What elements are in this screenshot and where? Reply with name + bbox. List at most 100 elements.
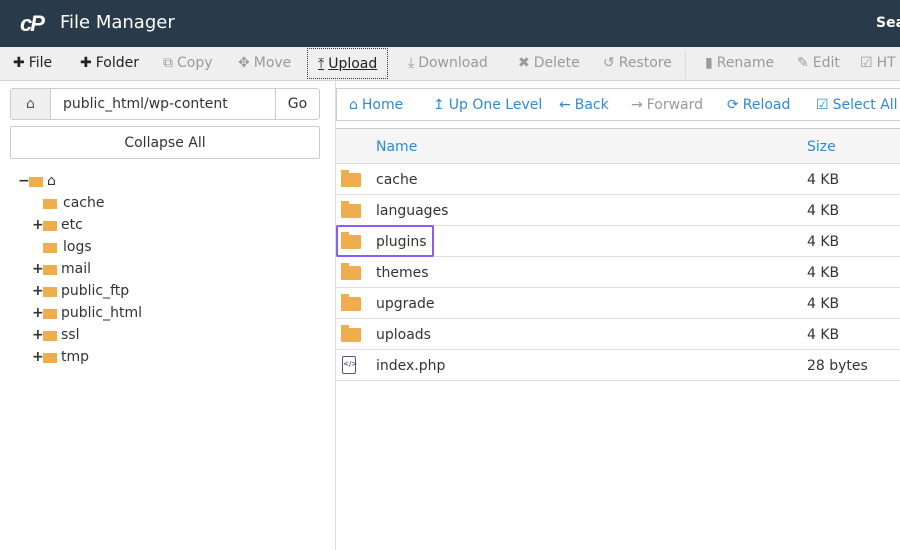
delete-label: Delete [533,55,580,71]
restore-icon: ↺ [603,55,615,71]
page-title: File Manager [60,12,175,33]
ht-label: HT [876,55,896,71]
tree-item-etc[interactable]: + etc [32,214,83,236]
table-row[interactable]: languages 4 KB [336,195,900,226]
file-table: Name Size cache 4 KB languages 4 KB plugins 4… [336,128,900,381]
upload-label: Upload [328,56,378,72]
table-row[interactable]: </> index.php 28 bytes [336,350,900,381]
rename-label: Rename [716,55,775,71]
folder-icon [43,353,57,363]
path-input[interactable] [51,89,275,119]
home-icon: ⌂ [47,173,56,189]
upload-button[interactable]: ⤒ Upload [307,48,389,79]
file-size: 4 KB [807,234,840,250]
tree-item-label: mail [61,261,91,277]
tree-root[interactable]: − ⌂ [18,170,56,192]
download-label: Download [418,55,488,71]
toolbar: ✚ File ✚ Folder ⧉ Copy ✥ Move ⤒ Upload ⤓ Download ✖ D… [0,47,900,81]
tree-item-public-html[interactable]: + public_html [32,302,142,324]
file-size: 4 KB [807,327,840,343]
file-size: 28 bytes [807,358,868,374]
table-row[interactable]: cache 4 KB [336,164,900,195]
nav-select-all-button[interactable]: ☑ Select All [816,97,898,113]
move-icon: ✥ [238,55,250,71]
nav-home-button[interactable]: ⌂ Home [349,97,403,113]
column-size[interactable]: Size [807,139,836,155]
file-name[interactable]: upgrade [376,296,434,312]
expand-icon[interactable]: + [32,349,44,365]
level-up-icon: ↥ [433,97,445,113]
expand-icon[interactable]: + [32,305,44,321]
file-name[interactable]: languages [376,203,448,219]
tree-item-label: logs [63,239,92,255]
nav-label: Home [361,97,404,113]
copy-icon: ⧉ [163,55,173,71]
edit-label: Edit [812,55,840,71]
file-button[interactable]: ✚ File [13,55,52,71]
toolbar-divider [685,51,686,79]
file-name[interactable]: index.php [376,358,445,374]
nav-up-one-level-button[interactable]: ↥ Up One Level [433,97,542,113]
copy-label: Copy [177,55,213,71]
file-size: 4 KB [807,296,840,312]
collapse-icon[interactable]: − [18,173,30,189]
expand-icon[interactable]: + [32,327,44,343]
tree-item-public-ftp[interactable]: + public_ftp [32,280,129,302]
folder-icon [341,201,361,218]
download-button[interactable]: ⤓ Download [408,55,488,71]
nav-back-button[interactable]: ← Back [559,97,609,113]
column-name[interactable]: Name [376,139,417,155]
php-file-icon: </> [342,356,357,374]
folder-open-icon [29,177,43,187]
pencil-icon: ✎ [797,55,809,71]
expand-icon[interactable]: + [32,217,44,233]
tree-item-label: cache [63,195,105,211]
restore-button[interactable]: ↺ Restore [603,55,672,71]
folder-icon [43,199,57,209]
file-name[interactable]: uploads [376,327,431,343]
table-row[interactable]: plugins 4 KB [336,225,900,257]
cpanel-logo[interactable]: cP [20,11,45,37]
tree-item-cache[interactable]: cache [32,192,104,214]
tree-item-tmp[interactable]: + tmp [32,346,89,368]
move-button[interactable]: ✥ Move [238,55,291,71]
checkbox-icon: ☑ [816,97,829,113]
expand-icon[interactable]: + [32,283,44,299]
nav-label: Select All [832,97,898,113]
copy-button[interactable]: ⧉ Copy [163,55,213,71]
plus-icon: ✚ [13,55,25,71]
file-icon: ▮ [705,55,713,71]
tree-item-logs[interactable]: logs [32,236,92,258]
home-icon[interactable]: ⌂ [11,89,51,119]
tree-item-ssl[interactable]: + ssl [32,324,79,346]
table-row[interactable]: themes 4 KB [336,257,900,288]
expand-icon[interactable]: + [32,261,44,277]
home-icon: ⌂ [349,97,358,113]
tree-item-mail[interactable]: + mail [32,258,91,280]
delete-button[interactable]: ✖ Delete [518,55,580,71]
folder-button[interactable]: ✚ Folder [80,55,139,71]
table-row[interactable]: upgrade 4 KB [336,288,900,319]
folder-icon [43,265,57,275]
file-name[interactable]: cache [376,172,417,188]
folder-icon [43,221,57,231]
edit-button[interactable]: ✎ Edit [797,55,840,71]
nav-reload-button[interactable]: ⟳ Reload [727,97,790,113]
file-name[interactable]: themes [376,265,429,281]
table-row[interactable]: uploads 4 KB [336,319,900,350]
download-icon: ⤓ [408,55,415,71]
highlight-box [336,225,434,257]
tree-item-label: ssl [61,327,80,343]
ht-button[interactable]: ☑ HT [860,55,896,71]
collapse-all-button[interactable]: Collapse All [10,126,320,159]
folder-icon [341,263,361,280]
rename-button[interactable]: ▮ Rename [705,55,774,71]
nav-forward-button[interactable]: → Forward [631,97,703,113]
tree-item-label: public_html [61,305,143,321]
edit-icon: ☑ [860,55,873,71]
move-label: Move [253,55,292,71]
go-button[interactable]: Go [275,89,319,119]
nav-label: Reload [742,97,791,113]
arrow-left-icon: ← [559,97,571,113]
search-link[interactable]: Sea [876,15,900,31]
